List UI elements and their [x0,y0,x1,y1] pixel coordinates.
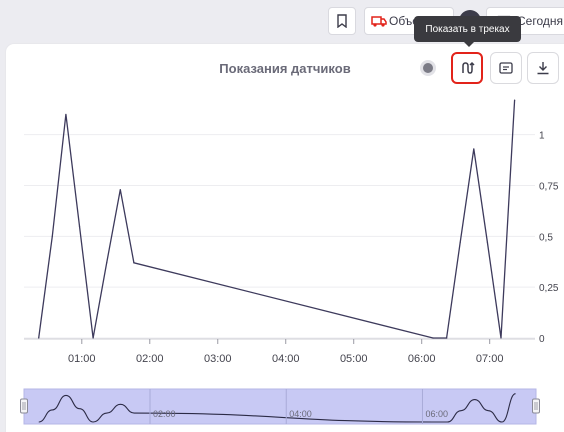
y-tick-label: 0,5 [539,232,553,243]
data-point [446,337,448,339]
y-tick-label: 0 [539,334,545,345]
x-tick-label: 07:00 [476,353,504,365]
data-point [432,337,434,339]
navigator-left-handle[interactable] [20,398,28,414]
data-point [51,235,53,237]
data-point [514,99,516,101]
data-point [92,337,94,339]
data-point [106,262,108,264]
series-line [38,100,516,339]
data-point [119,188,121,191]
x-tick-label: 06:00 [408,353,436,365]
data-point [486,241,489,244]
y-tick-label: 0,75 [539,182,559,193]
navigator-right-handle[interactable] [532,398,540,414]
x-tick-label: 04:00 [272,353,300,365]
y-tick-label: 1 [539,131,545,142]
data-point [38,337,40,339]
sensor-line-chart: 0 0,25 0,5 0,75 1 01:00 02:00 03:00 04:00 05:00 06… [20,99,559,425]
data-point [133,262,135,264]
data-point [473,148,475,150]
x-tick-label: 02:00 [136,353,164,365]
data-point [78,225,81,227]
x-tick-label: 03:00 [204,353,232,365]
navigator-tick-label: 06:00 [425,409,448,419]
x-tick-label: 01:00 [68,353,96,365]
x-tick-label: 05:00 [340,353,368,365]
y-tick-label: 0,25 [539,283,559,294]
data-point [459,241,461,244]
navigator-tick-label: 04:00 [289,409,312,419]
data-point [65,113,67,115]
data-point [500,337,502,339]
navigator-tick-label: 02:00 [153,409,176,419]
navigator-range [23,388,537,425]
